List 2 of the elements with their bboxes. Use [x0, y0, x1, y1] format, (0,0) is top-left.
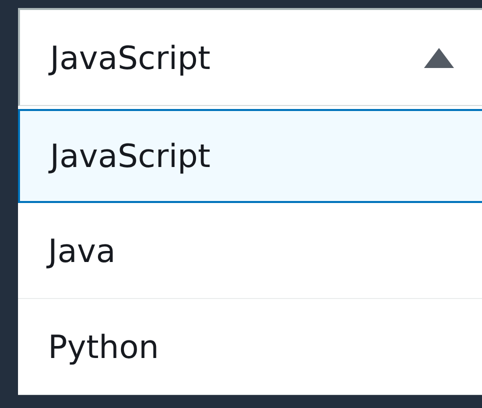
language-select[interactable]: JavaScript [18, 8, 482, 106]
dropdown-option[interactable]: JavaScript [18, 109, 482, 203]
